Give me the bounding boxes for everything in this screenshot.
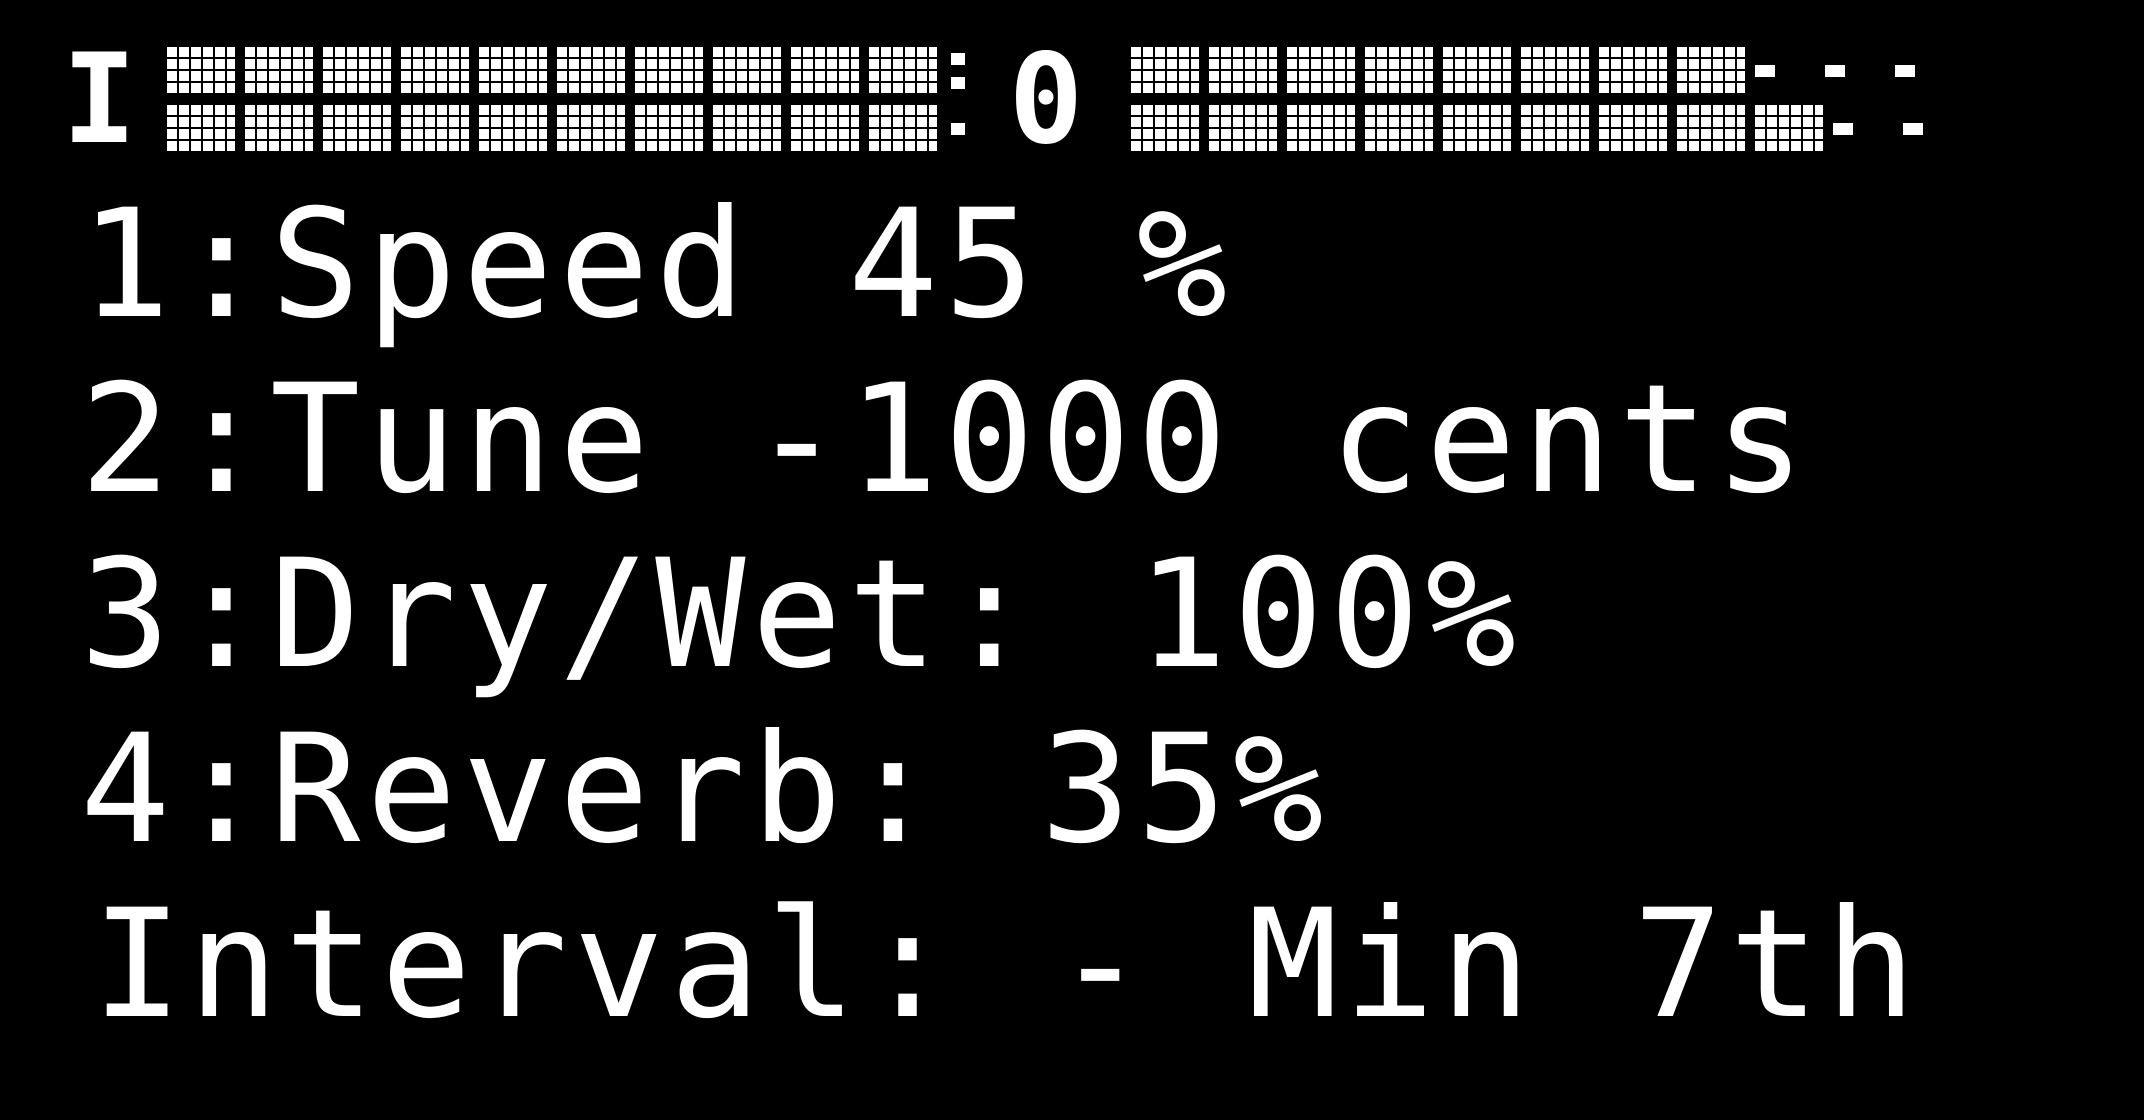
- meter-dot: [950, 53, 965, 65]
- meter-dot: [1903, 123, 1924, 135]
- meter-block: [556, 47, 625, 95]
- lcd-display: I 0 1: Speed 45 % 2: Tune -1000 cents 3:…: [0, 0, 2144, 1120]
- param-row-tune: 2: Tune -1000 cents: [80, 365, 1811, 515]
- meter-block: [1677, 47, 1746, 95]
- meter-block: [1599, 105, 1668, 153]
- meter-block: [1755, 105, 1824, 153]
- param-row-speed: 1: Speed 45 %: [80, 190, 1233, 340]
- interval-label: Interval: - Min 7th: [92, 878, 1922, 1052]
- meter-block: [712, 105, 781, 153]
- status-indicator-letter: I: [62, 28, 141, 172]
- meter-dot: [1825, 65, 1846, 77]
- param-index: 1:: [80, 178, 273, 352]
- meter-block: [1287, 105, 1356, 153]
- meter-block: [556, 105, 625, 153]
- meter-block: [322, 47, 391, 95]
- meter-block: [400, 105, 469, 153]
- status-bar: I 0: [62, 28, 1924, 172]
- param-index: 2:: [80, 353, 273, 527]
- param-label: Dry/Wet: 100%: [270, 528, 1522, 702]
- meter-block: [244, 105, 313, 153]
- left-level-meter: [166, 46, 965, 154]
- meter-block: [1443, 105, 1512, 153]
- meter-block: [478, 47, 547, 95]
- meter-block: [790, 105, 859, 153]
- meter-block: [634, 47, 703, 95]
- left-meter-row-bottom: [166, 104, 965, 154]
- right-meter-row-bottom: [1131, 104, 1924, 154]
- meter-block: [1521, 47, 1590, 95]
- meter-block: [868, 47, 937, 95]
- meter-block: [1599, 47, 1668, 95]
- meter-block: [634, 105, 703, 153]
- meter-block: [1365, 105, 1434, 153]
- meter-dot-single: [950, 123, 965, 135]
- param-label: Reverb: 35%: [270, 703, 1330, 877]
- meter-block: [1131, 47, 1200, 95]
- meter-block: [790, 47, 859, 95]
- param-index: 4:: [80, 703, 273, 877]
- meter-dot: [1895, 65, 1916, 77]
- meter-block: [1365, 47, 1434, 95]
- param-index: 3:: [80, 528, 273, 702]
- param-label: Tune -1000 cents: [270, 353, 1811, 527]
- meter-block: [1209, 105, 1278, 153]
- interval-row: Interval: - Min 7th: [92, 890, 1922, 1040]
- meter-block: [244, 47, 313, 95]
- right-level-meter: [1131, 46, 1924, 154]
- meter-dot: [950, 123, 965, 135]
- meter-block: [1131, 105, 1200, 153]
- meter-block: [400, 47, 469, 95]
- param-row-reverb: 4: Reverb: 35%: [80, 715, 1329, 865]
- meter-block: [166, 105, 235, 153]
- meter-block: [868, 105, 937, 153]
- meter-block: [1287, 47, 1356, 95]
- right-meter-row-top: [1131, 46, 1923, 96]
- meter-block: [478, 105, 547, 153]
- meter-block: [1443, 47, 1512, 95]
- meter-dot: [950, 77, 965, 89]
- left-meter-row-top: [166, 46, 965, 96]
- meter-colon: [950, 53, 965, 89]
- meter-dot: [1833, 123, 1854, 135]
- meter-block: [1521, 105, 1590, 153]
- meter-block: [322, 105, 391, 153]
- meter-block: [1677, 105, 1746, 153]
- param-row-dry-wet: 3: Dry/Wet: 100%: [80, 540, 1522, 690]
- meter-block: [712, 47, 781, 95]
- meter-dot: [1755, 65, 1776, 77]
- param-label: Speed 45 %: [270, 178, 1234, 352]
- meter-block: [1209, 47, 1278, 95]
- status-center-value: 0: [1008, 28, 1088, 172]
- meter-block: [166, 47, 235, 95]
